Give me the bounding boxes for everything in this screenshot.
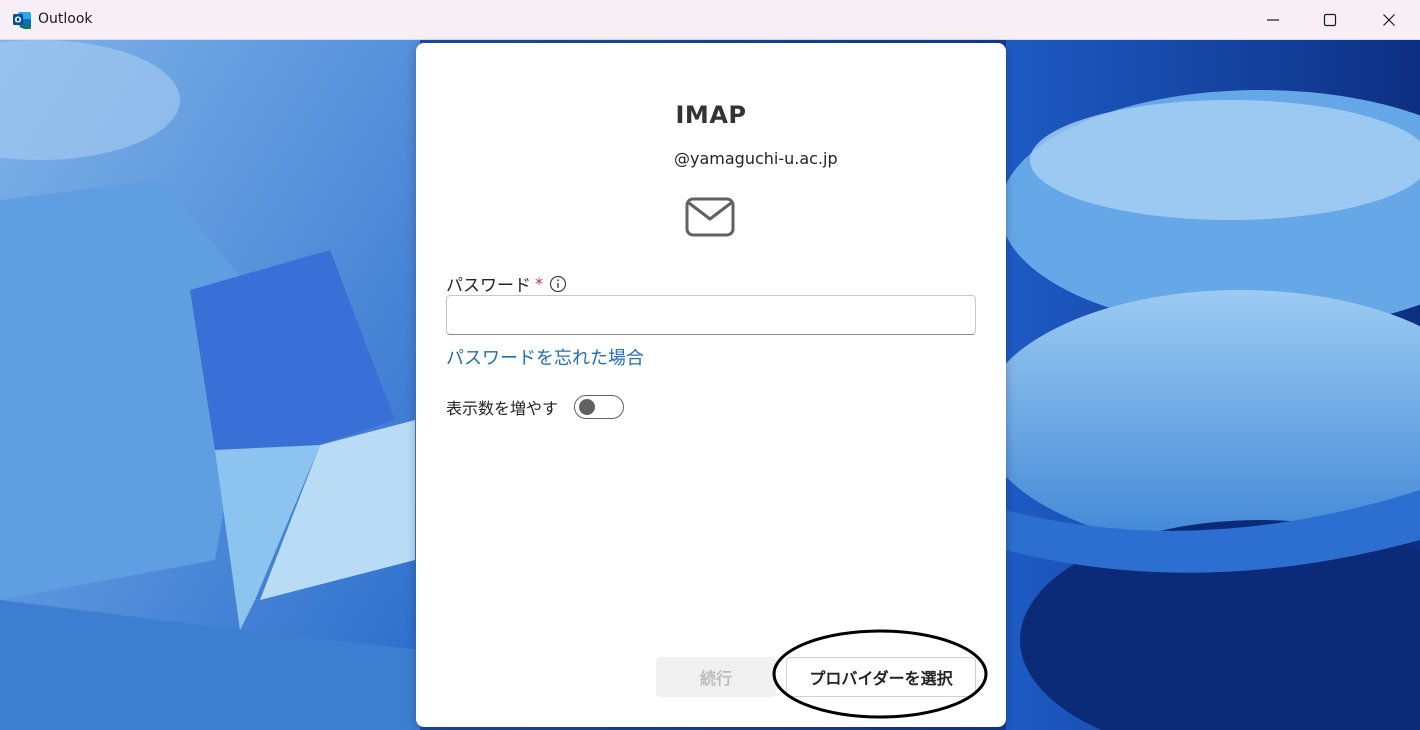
- minimize-button[interactable]: [1244, 0, 1302, 40]
- continue-button[interactable]: 続行: [656, 657, 776, 697]
- maximize-icon: [1323, 13, 1337, 27]
- close-button[interactable]: [1360, 0, 1418, 40]
- account-email: @yamaguchi-u.ac.jp: [674, 149, 838, 168]
- password-label: パスワード: [446, 276, 531, 296]
- password-input[interactable]: [446, 295, 976, 335]
- info-icon[interactable]: [549, 275, 567, 293]
- show-more-toggle[interactable]: [574, 395, 625, 419]
- title-bar: O Outlook: [0, 0, 1420, 40]
- toggle-knob: [579, 399, 596, 415]
- dialog-title: IMAP: [675, 101, 747, 129]
- password-label-row: パスワード *: [446, 271, 567, 296]
- svg-text:O: O: [15, 16, 22, 25]
- minimize-icon: [1267, 19, 1279, 21]
- show-more-label: 表示数を増やす: [446, 399, 559, 418]
- maximize-button[interactable]: [1301, 0, 1359, 40]
- close-icon: [1383, 14, 1395, 26]
- forgot-password-link[interactable]: パスワードを忘れた場合: [446, 344, 644, 370]
- imap-login-dialog: IMAP @yamaguchi-u.ac.jp パスワード * パスワードを忘れ…: [416, 43, 1006, 727]
- choose-provider-button[interactable]: プロバイダーを選択: [786, 657, 976, 697]
- show-more-row: 表示数を増やす: [446, 395, 625, 419]
- window-title: Outlook: [38, 11, 93, 27]
- outlook-icon: O: [13, 12, 31, 29]
- required-mark: *: [535, 274, 543, 293]
- mail-icon: [685, 197, 735, 237]
